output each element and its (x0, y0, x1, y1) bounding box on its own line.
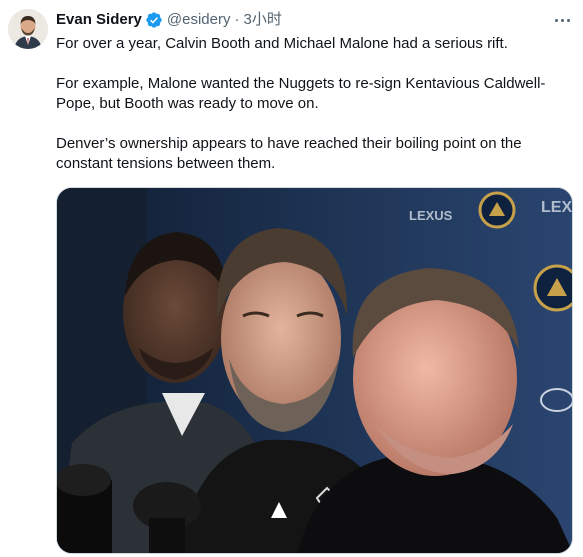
more-dot (560, 18, 564, 22)
nuggets-logo-icon (478, 191, 516, 229)
backdrop-logo-text: LEX (541, 199, 572, 216)
tweet-text: For over a year, Calvin Booth and Michae… (56, 34, 571, 174)
author-handle[interactable]: @esidery (167, 10, 231, 30)
press-conference-photo: LEXUS LEX (57, 188, 572, 553)
tweet-paragraph: Denver’s ownership appears to have reach… (56, 135, 522, 172)
avatar-image (8, 9, 48, 49)
tweet-paragraph: For example, Malone wanted the Nuggets t… (56, 75, 546, 112)
tweet-paragraph: For over a year, Calvin Booth and Michae… (56, 35, 508, 52)
author-avatar[interactable] (8, 9, 48, 49)
tweet-card: Evan Sidery @esidery · 3小时 For over a ye… (0, 0, 583, 557)
backdrop-logo-text: LEXUS (409, 208, 453, 223)
more-dot (554, 18, 558, 22)
tweet-header: Evan Sidery @esidery · 3小时 (56, 9, 282, 31)
header-separator: · (234, 11, 240, 28)
nuggets-logo-icon (533, 264, 572, 312)
more-options-icon[interactable] (551, 12, 573, 28)
more-dot (566, 18, 570, 22)
tweet-timestamp[interactable]: 3小时 (243, 10, 281, 30)
author-name[interactable]: Evan Sidery (56, 10, 142, 30)
verified-badge-icon (146, 12, 162, 28)
tweet-photo[interactable]: LEXUS LEX (56, 187, 573, 554)
microphone-icon (57, 464, 112, 553)
